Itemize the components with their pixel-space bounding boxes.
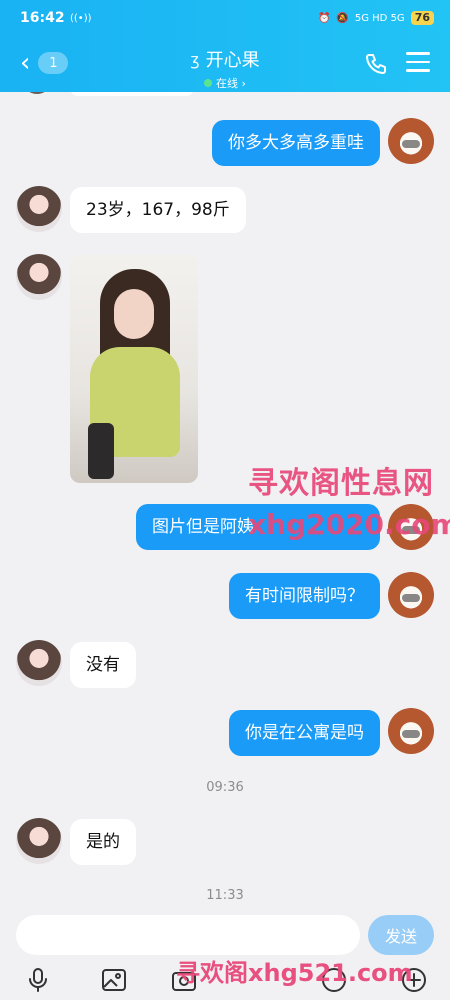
my-avatar[interactable] — [388, 118, 434, 164]
hotspot-icon: ((•)) — [70, 13, 92, 24]
watermark-text: xhg2020.com — [248, 508, 450, 541]
message-bubble-sent[interactable]: 你是在公寓是吗 — [229, 710, 380, 756]
timestamp: 09:36 — [206, 780, 244, 795]
message-bubble-received[interactable]: 没有 — [70, 642, 136, 688]
message-bubble-received[interactable]: 23岁，167，98斤 — [70, 187, 246, 233]
contact-avatar[interactable] — [16, 254, 62, 300]
battery-indicator: 76 — [410, 11, 434, 25]
phone-icon[interactable] — [364, 52, 388, 76]
online-status: 在线 › — [204, 75, 246, 91]
ear-icon: ʒ — [190, 49, 200, 69]
message-image[interactable] — [70, 255, 198, 483]
message-bubble-received[interactable]: 是的 — [70, 819, 136, 865]
status-time: 16:42 — [20, 10, 65, 26]
message-bubble-sent[interactable]: 有时间限制吗？ — [229, 573, 380, 619]
avatar — [22, 92, 52, 94]
menu-icon[interactable] — [406, 52, 430, 74]
online-dot-icon — [204, 79, 213, 87]
contact-name: 开心果 — [205, 50, 260, 71]
my-avatar[interactable] — [388, 708, 434, 754]
message-bubble — [70, 92, 194, 96]
status-bar: 16:42 ((•)) ⏰ 🔕 5G HD 5G 76 — [20, 10, 434, 30]
chat-header: 16:42 ((•)) ⏰ 🔕 5G HD 5G 76 ‹ 1 ʒ 开心果 在线… — [0, 0, 450, 92]
timestamp: 11:33 — [206, 888, 244, 903]
online-status-text: 在线 › — [216, 77, 246, 90]
message-input[interactable] — [16, 915, 360, 955]
watermark-text: 寻欢阁性息网 — [248, 466, 434, 501]
my-avatar[interactable] — [388, 572, 434, 618]
contact-avatar[interactable] — [16, 186, 62, 232]
network-labels: 5G HD 5G — [354, 12, 405, 24]
watermark-text: 寻欢阁xhg521.com — [176, 959, 413, 987]
message-bubble-sent[interactable]: 你多大多高多重哇 — [212, 120, 380, 166]
alarm-icon: ⏰ — [317, 12, 331, 24]
send-button[interactable]: 发送 — [368, 915, 434, 955]
contact-avatar[interactable] — [16, 640, 62, 686]
image-icon[interactable] — [100, 966, 128, 994]
mute-icon: 🔕 — [336, 12, 349, 24]
mic-icon[interactable] — [24, 966, 52, 994]
status-right: ⏰ 🔕 5G HD 5G 76 — [318, 11, 434, 25]
contact-avatar[interactable] — [16, 818, 62, 864]
